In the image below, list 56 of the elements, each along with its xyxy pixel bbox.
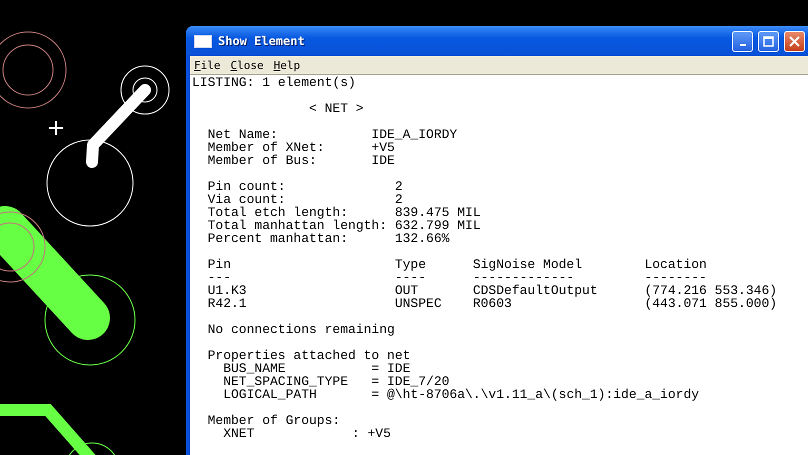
field-label: Percent manhattan:	[208, 232, 348, 245]
field-value: 632.799 MIL	[394, 219, 481, 232]
header-rule: --------	[644, 271, 707, 284]
property-value: = IDE_7/20	[371, 375, 450, 388]
field-value: 839.475 MIL	[394, 206, 481, 219]
window-title: Show Element	[218, 34, 306, 48]
listing-header: LISTING: 1 element(s)	[192, 76, 356, 89]
field-label: Via count:	[208, 193, 287, 206]
column-header: Pin	[208, 258, 232, 271]
property-name: NET_SPACING_TYPE	[223, 375, 350, 388]
property-name: BUS_NAME	[223, 362, 287, 375]
field-label: Pin count:	[208, 180, 287, 193]
header-rule: ----	[394, 271, 428, 284]
field-value: 2	[394, 180, 403, 193]
field-value: IDE_A_IORDY	[371, 128, 458, 141]
maximize-icon	[763, 36, 774, 46]
column-header: Location	[644, 258, 707, 271]
field-value: 2	[394, 193, 403, 206]
header-rule: -------------	[472, 271, 574, 284]
maximize-button[interactable]	[758, 30, 779, 52]
close-button[interactable]	[784, 30, 805, 52]
minimize-button[interactable]	[732, 30, 753, 52]
menu-item[interactable]: Help	[274, 58, 300, 72]
column-header: SigNoise Model	[472, 258, 584, 271]
field-label: Member of Bus:	[208, 154, 318, 167]
field-label: Total etch length:	[208, 206, 348, 219]
window-icon	[194, 34, 212, 48]
field-value: 132.66%	[394, 232, 450, 245]
section-title: Member of Groups:	[208, 414, 340, 427]
connection-status: No connections remaining	[208, 323, 395, 336]
menu-item[interactable]: File	[194, 58, 220, 72]
table-cell-text: R0603	[472, 297, 512, 310]
property-value: = @\ht-8706a\.\v1.11_a\(sch_1):ide_a_iordy	[371, 388, 700, 401]
field-label: Member of XNet:	[208, 141, 326, 154]
close-icon	[789, 36, 800, 46]
field-label: Total manhattan length:	[208, 219, 388, 232]
column-header: Type	[394, 258, 428, 271]
table-cell-text: CDSDefaultOutput	[472, 284, 599, 297]
property-name: LOGICAL_PATH	[223, 388, 318, 401]
field-value: +V5	[371, 141, 395, 154]
header-rule: ---	[208, 271, 232, 284]
table-cell-text: UNSPEC	[394, 297, 443, 310]
menu-item[interactable]: Close	[230, 58, 264, 72]
table-cell-text: R42.1	[208, 297, 248, 310]
group-value: : +V5	[352, 427, 391, 440]
table-cell: (774.216 553.346)	[644, 284, 778, 297]
property-value: = IDE	[371, 362, 410, 375]
element-type: < NET >	[309, 102, 364, 115]
section-title: Properties attached to net	[208, 349, 410, 362]
table-cell-text: OUT	[394, 284, 420, 297]
field-label: Net Name:	[208, 128, 279, 141]
table-cell-text: U1.K3	[208, 284, 248, 297]
field-value: IDE	[371, 154, 395, 167]
minimize-icon	[740, 44, 746, 46]
group-name: XNET	[223, 427, 256, 440]
table-cell: (443.071 855.000)	[644, 297, 778, 310]
